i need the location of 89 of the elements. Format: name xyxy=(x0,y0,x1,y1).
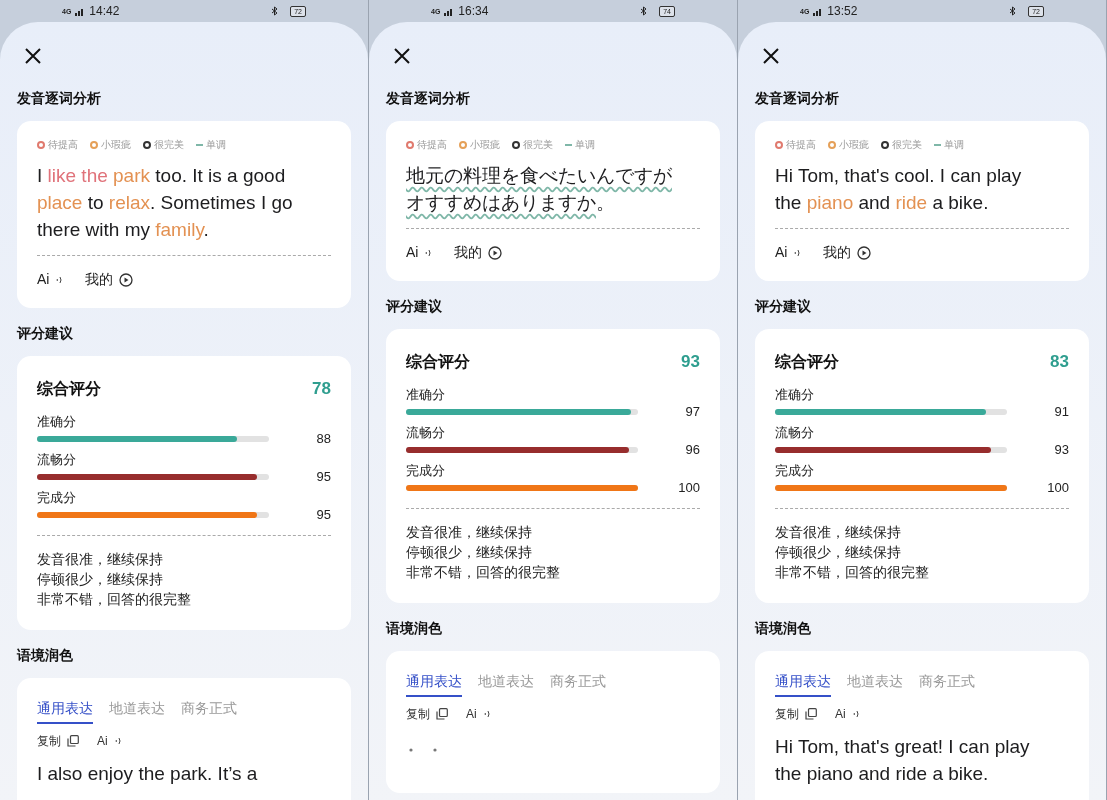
my-audio-button[interactable]: 我的 xyxy=(823,242,872,263)
signal-icon xyxy=(75,6,86,16)
sentence-text: Hi Tom, that's cool. I can play the piano and ride a bike. xyxy=(775,164,1023,215)
ai-audio-button[interactable]: Ai xyxy=(775,242,804,263)
status-time: 16:34 xyxy=(458,3,489,20)
section-title: 评分建议 xyxy=(17,324,74,343)
metric-label: 完成分 xyxy=(406,461,446,480)
ai-audio-button[interactable]: Ai xyxy=(466,704,493,723)
metric-label: 准确分 xyxy=(37,412,77,431)
polished-text: Hi Tom, that's great! I can play the piano and ride a bike. xyxy=(775,734,1031,786)
play-icon xyxy=(488,245,503,260)
ai-audio-button[interactable]: Ai xyxy=(835,704,862,723)
play-icon xyxy=(119,272,134,287)
legend-label: 很完美 xyxy=(154,138,184,152)
section-title: 评分建议 xyxy=(386,297,443,316)
legend-label: 很完美 xyxy=(892,138,922,152)
play-icon xyxy=(857,245,872,260)
metric-score: 93 xyxy=(1054,441,1069,459)
metric-score: 97 xyxy=(685,403,700,421)
comment-text: 发音很准，继续保持 xyxy=(37,550,164,569)
metric-score: 88 xyxy=(316,430,331,448)
overall-score: 83 xyxy=(1050,351,1069,373)
comment-text: 非常不错，回答的很完整 xyxy=(775,563,930,582)
comment-text: 停顿很少，继续保持 xyxy=(37,570,164,589)
metric-label: 完成分 xyxy=(775,461,815,480)
copy-icon xyxy=(436,707,448,720)
overall-label: 综合评分 xyxy=(775,351,839,372)
metric-label: 准确分 xyxy=(406,385,446,404)
my-audio-button[interactable]: 我的 xyxy=(85,269,134,290)
comment-text: 非常不错，回答的很完整 xyxy=(406,563,561,582)
legend-label: 小瑕疵 xyxy=(101,138,131,152)
legend-label: 小瑕疵 xyxy=(839,138,869,152)
metric-label: 流畅分 xyxy=(775,423,815,442)
metric-label: 准确分 xyxy=(775,385,815,404)
legend-label: 待提高 xyxy=(417,138,447,152)
legend-label: 待提高 xyxy=(786,138,816,152)
section-title: 语境润色 xyxy=(17,645,74,665)
copy-button[interactable]: 复制 xyxy=(775,704,817,723)
metric-score: 95 xyxy=(316,468,331,486)
polished-text: I also enjoy the park. It’s a xyxy=(37,761,259,786)
metric-label: 流畅分 xyxy=(406,423,446,442)
signal-icon xyxy=(813,6,824,16)
legend-label: 单调 xyxy=(944,138,964,152)
legend-label: 待提高 xyxy=(48,138,78,152)
comment-text: 发音很准，继续保持 xyxy=(775,523,902,542)
legend-label: 单调 xyxy=(206,138,226,152)
legend-label: 单调 xyxy=(575,138,595,152)
overall-label: 综合评分 xyxy=(37,378,101,399)
comment-text: 非常不错，回答的很完整 xyxy=(37,590,192,609)
copy-button[interactable]: 复制 xyxy=(37,731,79,750)
status-time: 14:42 xyxy=(89,3,120,20)
metric-score: 91 xyxy=(1054,403,1069,421)
style-tab[interactable]: 通用表达 xyxy=(37,697,93,724)
metric-label: 流畅分 xyxy=(37,450,77,469)
metric-score: 100 xyxy=(678,479,700,497)
overall-label: 综合评分 xyxy=(406,351,470,372)
style-tab[interactable]: 通用表达 xyxy=(406,670,462,697)
my-audio-button[interactable]: 我的 xyxy=(454,242,503,263)
sentence-text: I like the park too. It is a good place to relax. Sometimes I go there with my family. xyxy=(37,164,294,242)
signal-icon xyxy=(444,6,455,16)
sentence-text: 地元の料理を食べたいんですがオすすめはありますか。 xyxy=(406,164,673,215)
comment-text: 发音很准，继续保持 xyxy=(406,523,533,542)
bluetooth-icon xyxy=(271,6,279,16)
ai-audio-button[interactable]: Ai xyxy=(406,242,435,263)
metric-score: 95 xyxy=(316,506,331,524)
copy-button[interactable]: 复制 xyxy=(406,704,448,723)
legend-label: 小瑕疵 xyxy=(470,138,500,152)
copy-icon xyxy=(67,734,79,747)
section-title: 语境润色 xyxy=(755,618,812,638)
overall-score: 93 xyxy=(681,351,700,373)
bluetooth-icon xyxy=(1009,6,1017,16)
metric-score: 100 xyxy=(1047,479,1069,497)
ai-audio-button[interactable]: Ai xyxy=(37,269,66,290)
section-title: 发音逐词分析 xyxy=(755,89,840,108)
comment-text: 停顿很少，继续保持 xyxy=(775,543,902,562)
overall-score: 78 xyxy=(312,378,331,400)
comment-text: 停顿很少，继续保持 xyxy=(406,543,533,562)
metric-label: 完成分 xyxy=(37,488,77,507)
bluetooth-icon xyxy=(640,6,648,16)
ai-audio-button[interactable]: Ai xyxy=(97,731,124,750)
section-title: 发音逐词分析 xyxy=(17,89,102,108)
section-title: 评分建议 xyxy=(755,297,812,316)
legend-label: 很完美 xyxy=(523,138,553,152)
status-time: 13:52 xyxy=(827,3,858,20)
style-tab[interactable]: 通用表达 xyxy=(775,670,831,697)
section-title: 语境润色 xyxy=(386,618,443,638)
section-title: 发音逐词分析 xyxy=(386,89,471,108)
copy-icon xyxy=(805,707,817,720)
metric-score: 96 xyxy=(685,441,700,459)
